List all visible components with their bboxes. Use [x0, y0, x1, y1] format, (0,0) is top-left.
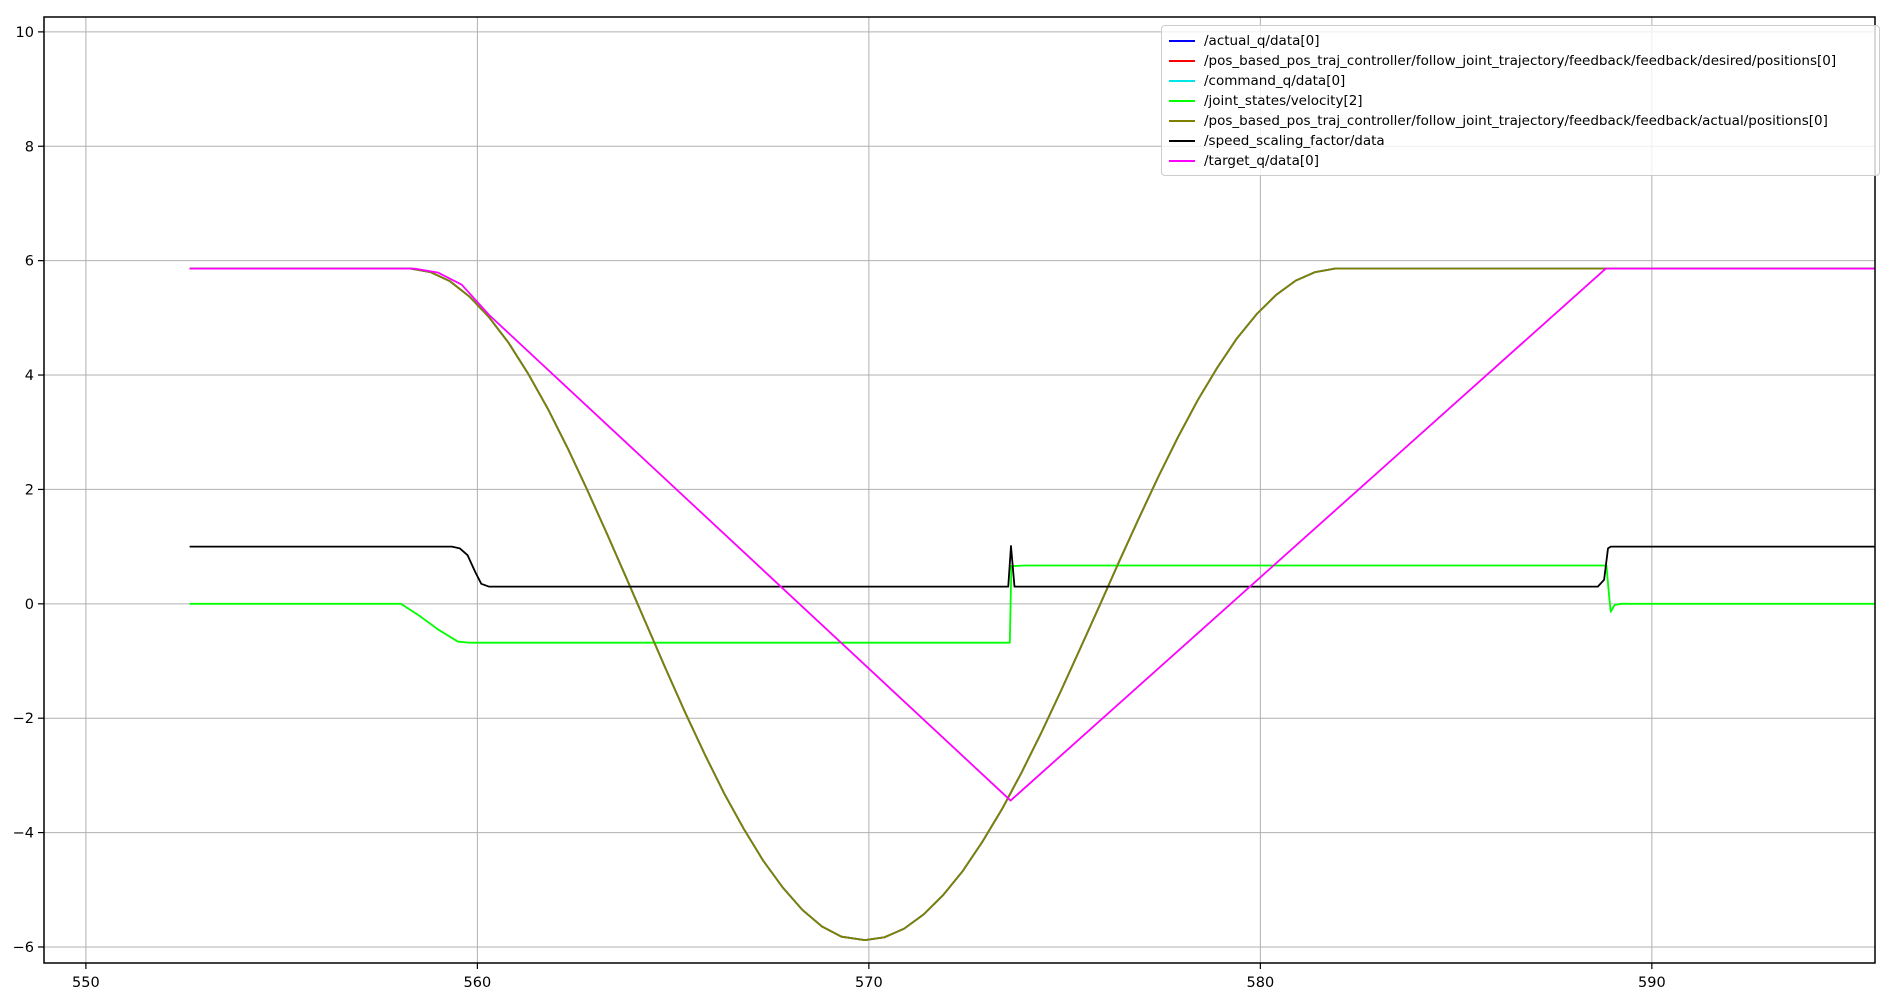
- legend-label: /target_q/data[0]: [1204, 151, 1319, 171]
- legend-swatch-joint-velocity: [1169, 100, 1195, 102]
- legend-swatch-feedback-desired: [1169, 60, 1195, 62]
- x-tick-label: 590: [1638, 975, 1666, 991]
- legend-swatch-speed-scaling: [1169, 140, 1195, 142]
- legend-swatch-feedback-actual: [1169, 120, 1195, 122]
- series-line-target_q: [190, 269, 1875, 801]
- legend-swatch-actual-q: [1169, 40, 1195, 42]
- y-tick-label: 6: [25, 254, 34, 270]
- legend-box: /actual_q/data[0] /pos_based_pos_traj_co…: [1161, 25, 1880, 176]
- legend-label: /pos_based_pos_traj_controller/follow_jo…: [1204, 51, 1836, 71]
- y-tick-label: 0: [25, 597, 34, 613]
- legend-item-actual-q[interactable]: /actual_q/data[0]: [1169, 31, 1871, 51]
- y-tick-label: −6: [13, 940, 34, 956]
- y-tick-label: 4: [25, 368, 34, 384]
- legend-label: /pos_based_pos_traj_controller/follow_jo…: [1204, 111, 1828, 131]
- legend-item-command-q[interactable]: /command_q/data[0]: [1169, 71, 1871, 91]
- y-tick-label: −4: [13, 826, 34, 842]
- legend-item-feedback-desired[interactable]: /pos_based_pos_traj_controller/follow_jo…: [1169, 51, 1871, 71]
- y-tick-label: 10: [16, 25, 34, 41]
- y-tick-label: 8: [25, 139, 34, 155]
- x-tick-label: 560: [464, 975, 492, 991]
- plot-figure: 550 560 570 580 590 10 8 6 4 2 0 −2 −4 −6 /actual_q/d…: [0, 0, 1892, 1003]
- legend-label: /joint_states/velocity[2]: [1204, 91, 1363, 111]
- x-tick-label: 570: [855, 975, 883, 991]
- legend-label: /speed_scaling_factor/data: [1204, 131, 1385, 151]
- legend-item-feedback-actual[interactable]: /pos_based_pos_traj_controller/follow_jo…: [1169, 111, 1871, 131]
- y-tick-label: −2: [13, 711, 34, 727]
- legend-item-target-q[interactable]: /target_q/data[0]: [1169, 151, 1871, 171]
- legend-label: /command_q/data[0]: [1204, 71, 1345, 91]
- x-tick-label: 580: [1247, 975, 1275, 991]
- legend-label: /actual_q/data[0]: [1204, 31, 1320, 51]
- legend-item-joint-velocity[interactable]: /joint_states/velocity[2]: [1169, 91, 1871, 111]
- legend-item-speed-scaling[interactable]: /speed_scaling_factor/data: [1169, 131, 1871, 151]
- x-tick-label: 550: [72, 975, 100, 991]
- legend-swatch-target-q: [1169, 160, 1195, 162]
- y-tick-label: 2: [25, 482, 34, 498]
- legend-swatch-command-q: [1169, 80, 1195, 82]
